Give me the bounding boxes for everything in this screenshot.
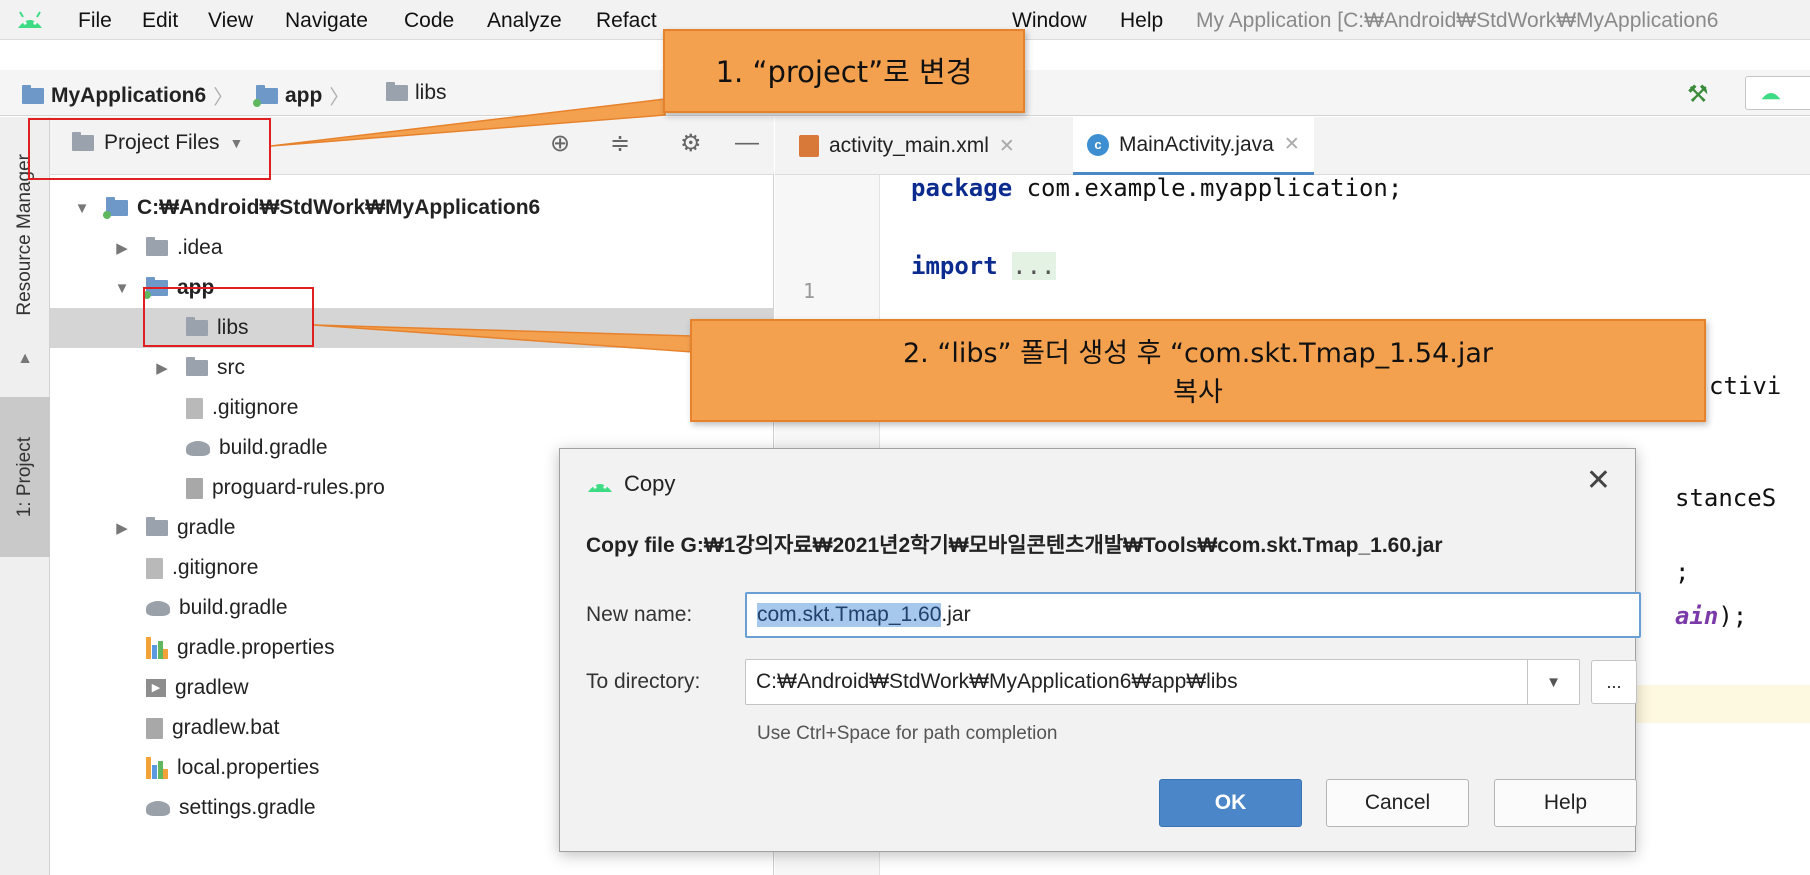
callout-step2-line1: 2. “libs” 폴더 생성 후 “com.skt.Tmap_1.54.jar	[903, 338, 1493, 369]
callout-step1: 1. “project”로 변경	[663, 29, 1025, 113]
callout-leader-lines	[270, 98, 693, 353]
callout-step2: 2. “libs” 폴더 생성 후 “com.skt.Tmap_1.54.jar…	[690, 319, 1706, 422]
callout-step2-line2: 복사	[1173, 377, 1223, 408]
